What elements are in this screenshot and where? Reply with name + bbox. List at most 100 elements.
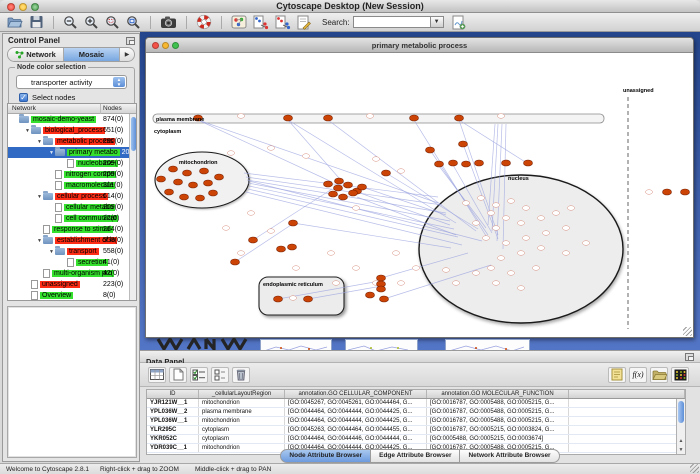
graph-node-unselected[interactable]: [507, 271, 514, 276]
graph-node-unselected[interactable]: [267, 229, 274, 234]
import-network-icon[interactable]: [253, 14, 269, 31]
scroll-up-arrow[interactable]: ▲: [677, 437, 685, 445]
graph-node-selected[interactable]: [274, 296, 283, 302]
tree-row[interactable]: ▼establishment of lo558(0): [8, 235, 136, 246]
tab-network[interactable]: Network: [8, 48, 64, 61]
graph-node-selected[interactable]: [335, 178, 344, 184]
snapshot-icon[interactable]: [160, 14, 177, 31]
zoom-window-button[interactable]: [31, 3, 39, 11]
graph-node-selected[interactable]: [475, 160, 484, 166]
tree-row[interactable]: ▼metabolic process280(0): [8, 136, 136, 147]
select-nodes-checkbox[interactable]: ✓: [19, 93, 28, 102]
vizmapper-icon[interactable]: [231, 14, 247, 31]
tree-row[interactable]: ▼transport558(0): [8, 246, 136, 257]
graph-node-unselected[interactable]: [372, 157, 379, 162]
graph-node-unselected[interactable]: [477, 196, 484, 201]
graph-node-selected[interactable]: [304, 296, 313, 302]
column-header[interactable]: _cellularLayoutRegion: [199, 390, 285, 398]
app-resize-grip[interactable]: [690, 464, 699, 473]
search-input[interactable]: [353, 16, 431, 28]
tree-row[interactable]: cell communicat22(0): [8, 213, 136, 224]
table-row[interactable]: YKR052Ccytoplasm[GO:0044464, GO:0044446,…: [147, 435, 685, 444]
graph-node-selected[interactable]: [681, 189, 690, 195]
graph-node-selected[interactable]: [196, 195, 205, 201]
birds-eye-view-panel[interactable]: [7, 306, 137, 458]
tree-expand-arrow[interactable]: ▼: [24, 128, 31, 134]
graph-node-unselected[interactable]: [522, 206, 529, 211]
import-attributes-icon[interactable]: [650, 367, 668, 383]
graph-node-unselected[interactable]: [645, 190, 652, 195]
graph-node-unselected[interactable]: [352, 206, 359, 211]
background-window[interactable]: [345, 339, 418, 350]
graph-node-selected[interactable]: [284, 115, 293, 121]
float-panel-icon[interactable]: [126, 37, 135, 45]
graph-node-selected[interactable]: [449, 160, 458, 166]
graph-edge[interactable]: [235, 223, 294, 262]
graph-node-unselected[interactable]: [537, 216, 544, 221]
graph-node-selected[interactable]: [380, 296, 389, 302]
graph-node-selected[interactable]: [324, 181, 333, 187]
graph-node-selected[interactable]: [324, 115, 333, 121]
background-window[interactable]: [260, 339, 332, 350]
graph-node-unselected[interactable]: [492, 281, 499, 286]
zoom-in-icon[interactable]: [84, 14, 99, 31]
background-window[interactable]: [445, 339, 530, 350]
tree-row[interactable]: macromolecule311(0): [8, 180, 136, 191]
attribute-notes-icon[interactable]: [608, 367, 626, 383]
tree-scrollbar-thumb[interactable]: [131, 117, 136, 151]
graph-node-unselected[interactable]: [412, 266, 419, 271]
graph-node-selected[interactable]: [435, 161, 444, 167]
graph-node-unselected[interactable]: [292, 266, 299, 271]
graph-node-unselected[interactable]: [397, 281, 404, 286]
graph-node-unselected[interactable]: [302, 154, 309, 159]
column-header[interactable]: annotation.GO MOLECULAR_FUNCTION: [427, 390, 569, 398]
delete-attribute-icon[interactable]: [232, 367, 250, 383]
graph-node-unselected[interactable]: [452, 281, 459, 286]
graph-node-unselected[interactable]: [227, 151, 234, 156]
unselect-attributes-icon[interactable]: [211, 367, 229, 383]
graph-node-unselected[interactable]: [397, 169, 404, 174]
tree-expand-arrow[interactable]: ▼: [48, 150, 55, 156]
graph-node-selected[interactable]: [329, 191, 338, 197]
graph-node-selected[interactable]: [349, 190, 358, 196]
graph-node-unselected[interactable]: [497, 114, 504, 119]
new-attribute-icon[interactable]: [169, 367, 187, 383]
tree-row[interactable]: ▼primary metabo209(...: [8, 147, 136, 158]
tree-row[interactable]: nitrogen compo209(0): [8, 169, 136, 180]
import-table-icon[interactable]: [275, 14, 291, 31]
table-scrollbar[interactable]: ▲ ▼: [676, 399, 685, 454]
graph-node-unselected[interactable]: [237, 114, 244, 119]
graph-node-unselected[interactable]: [332, 281, 339, 286]
graph-node-selected[interactable]: [344, 182, 353, 188]
tree-expand-arrow[interactable]: ▼: [36, 194, 43, 200]
graph-node-selected[interactable]: [366, 292, 375, 298]
minimize-view-button[interactable]: [162, 42, 169, 49]
graph-node-selected[interactable]: [663, 189, 672, 195]
graph-node-unselected[interactable]: [442, 268, 449, 273]
graph-node-unselected[interactable]: [502, 216, 509, 221]
graph-node-unselected[interactable]: [517, 221, 524, 226]
tree-row[interactable]: unassigned223(0): [8, 279, 136, 290]
graph-node-unselected[interactable]: [562, 226, 569, 231]
graph-node-selected[interactable]: [455, 115, 464, 121]
tab-mosaic[interactable]: Mosaic: [64, 48, 120, 61]
table-row[interactable]: YPL036W__2plasma membrane[GO:0044464, GO…: [147, 408, 685, 417]
graph-node-unselected[interactable]: [247, 211, 254, 216]
graph-node-unselected[interactable]: [537, 246, 544, 251]
graph-edge[interactable]: [288, 120, 456, 223]
graph-node-unselected[interactable]: [552, 211, 559, 216]
tree-row[interactable]: ▼cellular process614(0): [8, 191, 136, 202]
graph-node-unselected[interactable]: [487, 211, 494, 216]
heatmap-icon[interactable]: [671, 367, 689, 383]
tree-row[interactable]: secretion41(0): [8, 257, 136, 268]
table-row[interactable]: YPL036W__1mitochondrion[GO:0044464, GO:0…: [147, 417, 685, 426]
zoom-view-button[interactable]: [172, 42, 179, 49]
graph-node-selected[interactable]: [200, 168, 209, 174]
graph-node-unselected[interactable]: [562, 251, 569, 256]
attribute-table-icon[interactable]: [148, 367, 166, 383]
graph-node-selected[interactable]: [209, 190, 218, 196]
select-attributes-icon[interactable]: [190, 367, 208, 383]
graph-node-unselected[interactable]: [517, 286, 524, 291]
tree-row[interactable]: cellular metabo209(0): [8, 202, 136, 213]
graph-node-selected[interactable]: [249, 237, 258, 243]
